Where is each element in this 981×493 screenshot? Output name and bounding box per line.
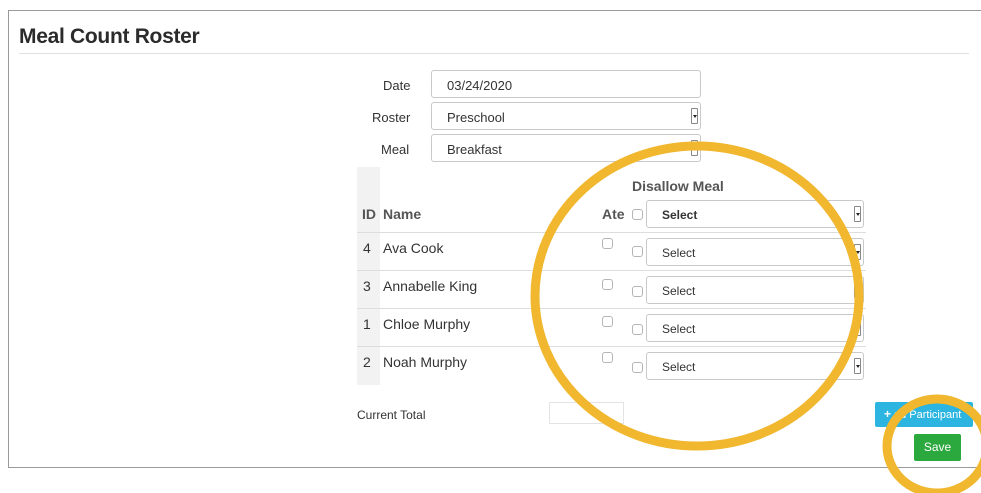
- disallow-checkbox[interactable]: [632, 286, 643, 297]
- row-divider: [357, 308, 866, 309]
- row-id: 1: [363, 316, 371, 332]
- chevron-down-icon: [854, 244, 861, 260]
- row-divider: [357, 270, 866, 271]
- disallow-reason-value: Select: [662, 246, 696, 260]
- disallow-reason-value: Select: [662, 360, 696, 374]
- ate-checkbox[interactable]: [602, 279, 613, 290]
- meal-label: Meal: [381, 142, 410, 157]
- row-id: 3: [363, 278, 371, 294]
- chevron-down-icon: [854, 206, 861, 222]
- ate-header: Ate: [602, 206, 625, 222]
- date-input[interactable]: 03/24/2020: [431, 70, 701, 98]
- add-participant-button[interactable]: + dd Participant: [875, 402, 973, 427]
- roster-select[interactable]: Preschool: [431, 102, 701, 130]
- row-name: Annabelle King: [383, 278, 478, 294]
- chevron-down-icon: [854, 282, 861, 298]
- row-id: 4: [363, 240, 371, 256]
- disallow-all-select-value: Select: [662, 208, 698, 222]
- row-name: Chloe Murphy: [383, 316, 471, 332]
- disallow-reason-select[interactable]: Select: [646, 314, 864, 342]
- disallow-checkbox[interactable]: [632, 324, 643, 335]
- chevron-down-icon: [691, 140, 698, 156]
- chevron-down-icon: [854, 358, 861, 374]
- disallow-reason-value: Select: [662, 322, 696, 336]
- row-divider: [357, 232, 866, 233]
- disallow-checkbox[interactable]: [632, 362, 643, 373]
- ate-checkbox[interactable]: [602, 316, 613, 327]
- meal-select-value: Breakfast: [447, 142, 502, 157]
- disallow-all-select[interactable]: Select: [646, 200, 864, 228]
- plus-icon: +: [884, 407, 892, 421]
- row-name: Noah Murphy: [383, 354, 468, 370]
- row-name: Ava Cook: [383, 240, 444, 256]
- chevron-down-icon: [854, 320, 861, 336]
- meal-select[interactable]: Breakfast: [431, 134, 701, 162]
- add-participant-label: dd Participant: [894, 409, 962, 421]
- chevron-down-icon: [691, 108, 698, 124]
- title-divider: [19, 53, 969, 54]
- page-title: Meal Count Roster: [19, 25, 200, 48]
- date-label: Date: [383, 78, 411, 93]
- row-id: 2: [363, 354, 371, 370]
- roster-label: Roster: [372, 110, 411, 125]
- roster-select-value: Preschool: [447, 110, 505, 125]
- disallow-all-checkbox[interactable]: [632, 209, 643, 220]
- ate-checkbox[interactable]: [602, 238, 613, 249]
- name-header: Name: [383, 206, 422, 222]
- ate-checkbox[interactable]: [602, 352, 613, 363]
- disallow-reason-select[interactable]: Select: [646, 276, 864, 304]
- row-divider: [357, 346, 866, 347]
- disallow-checkbox[interactable]: [632, 246, 643, 257]
- disallow-meal-header: Disallow Meal: [632, 178, 724, 194]
- disallow-reason-value: Select: [662, 284, 696, 298]
- id-header: ID: [362, 206, 376, 222]
- disallow-reason-select[interactable]: Select: [646, 352, 864, 380]
- current-total-field: [549, 402, 624, 424]
- id-column-background: [357, 167, 380, 385]
- save-button[interactable]: Save: [914, 434, 961, 461]
- disallow-reason-select[interactable]: Select: [646, 238, 864, 266]
- current-total-label: Current Total: [357, 408, 426, 422]
